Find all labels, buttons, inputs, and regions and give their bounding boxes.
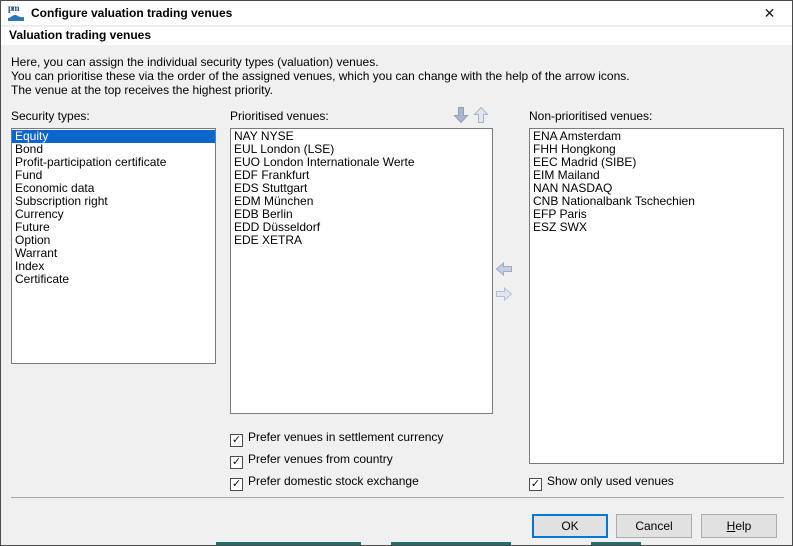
- description-line-2: You can prioritise these via the order o…: [11, 69, 630, 83]
- list-item[interactable]: Profit-participation certificate: [12, 156, 215, 169]
- cancel-button[interactable]: Cancel: [616, 514, 692, 538]
- description-line-1: Here, you can assign the individual secu…: [11, 55, 630, 69]
- prefer-settlement-currency-checkbox[interactable]: ✓ Prefer venues in settlement currency: [230, 430, 443, 444]
- checkbox-label: Prefer venues in settlement currency: [248, 430, 443, 444]
- move-up-button[interactable]: [473, 106, 489, 127]
- pm-icon-text: pm: [8, 5, 19, 13]
- security-types-listbox[interactable]: EquityBondProfit-participation certifica…: [11, 128, 216, 364]
- checkbox-label: Prefer venues from country: [248, 452, 393, 466]
- move-left-button[interactable]: [495, 262, 513, 279]
- description-line-3: The venue at the top receives the highes…: [11, 83, 630, 97]
- checkbox-checked-icon: ✓: [529, 478, 542, 491]
- help-button[interactable]: Help: [701, 514, 777, 538]
- list-item[interactable]: ESZ SWX: [530, 221, 783, 234]
- close-button[interactable]: ✕: [747, 1, 792, 26]
- arrow-left-icon: [495, 262, 513, 276]
- list-item[interactable]: EDE XETRA: [231, 234, 492, 247]
- checkbox-checked-icon: ✓: [230, 478, 243, 491]
- prefer-domestic-stock-exchange-checkbox[interactable]: ✓ Prefer domestic stock exchange: [230, 474, 419, 488]
- show-only-used-venues-checkbox[interactable]: ✓ Show only used venues: [529, 474, 674, 488]
- close-icon: ✕: [764, 5, 776, 21]
- background-bleed-segment: [216, 542, 361, 546]
- prefer-venues-from-country-checkbox[interactable]: ✓ Prefer venues from country: [230, 452, 393, 466]
- checkbox-label: Show only used venues: [547, 474, 674, 488]
- non-prioritised-venues-label: Non-prioritised venues:: [529, 109, 652, 123]
- dialog-header: Valuation trading venues: [1, 27, 792, 45]
- prioritised-venues-listbox[interactable]: NAY NYSEEUL London (LSE)EUO London Inter…: [230, 128, 493, 414]
- arrow-right-icon: [495, 287, 513, 301]
- move-down-button[interactable]: [453, 106, 469, 127]
- page-title: Valuation trading venues: [9, 28, 151, 42]
- checkbox-checked-icon: ✓: [230, 456, 243, 469]
- background-bleed-segment: [591, 542, 641, 546]
- title-bar: pm Configure valuation trading venues ✕: [1, 1, 792, 26]
- checkbox-label: Prefer domestic stock exchange: [248, 474, 419, 488]
- non-prioritised-venues-listbox[interactable]: ENA AmsterdamFHH HongkongEEC Madrid (SIB…: [529, 128, 784, 464]
- pm-app-icon: pm: [8, 5, 24, 21]
- ok-button[interactable]: OK: [532, 514, 608, 538]
- checkbox-checked-icon: ✓: [230, 434, 243, 447]
- help-label-rest: elp: [735, 519, 751, 533]
- description-text: Here, you can assign the individual secu…: [11, 55, 630, 97]
- arrow-down-icon: [453, 106, 469, 124]
- arrow-up-icon: [473, 106, 489, 124]
- move-right-button[interactable]: [495, 287, 513, 304]
- window-title: Configure valuation trading venues: [31, 1, 232, 26]
- security-types-label: Security types:: [11, 109, 90, 123]
- prioritised-venues-label: Prioritised venues:: [230, 109, 329, 123]
- background-bleed-segment: [391, 542, 511, 546]
- bottom-separator: [11, 497, 784, 498]
- configure-valuation-trading-venues-dialog: pm Configure valuation trading venues ✕ …: [0, 0, 793, 546]
- pm-icon-wave: [8, 13, 24, 21]
- list-item[interactable]: Certificate: [12, 273, 215, 286]
